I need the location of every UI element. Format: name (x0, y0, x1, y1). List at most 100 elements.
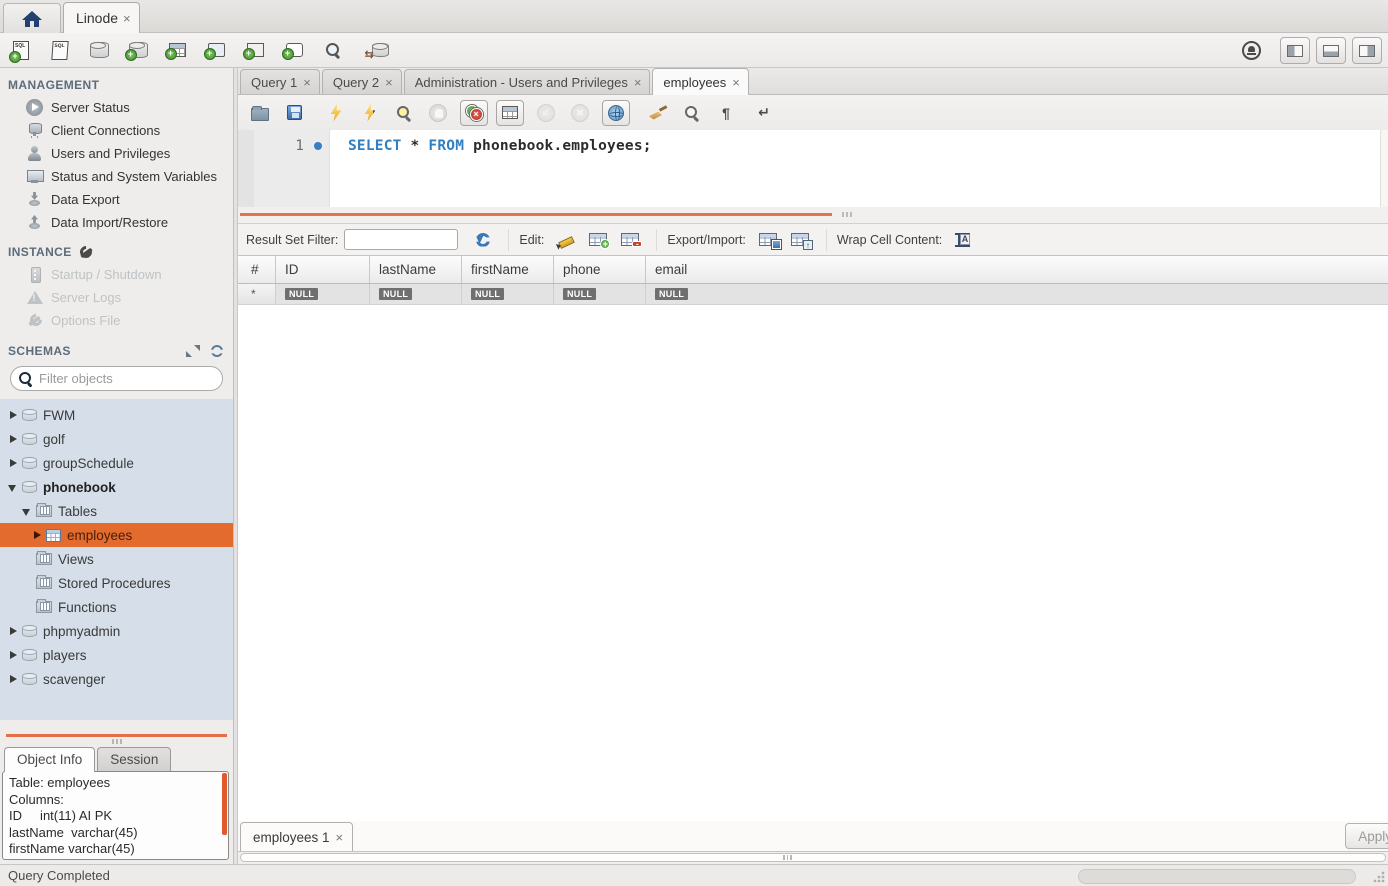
schema-item-fwm[interactable]: FWM (0, 403, 233, 427)
column-header-row-number[interactable]: # (238, 256, 276, 283)
column-header-id[interactable]: ID (276, 256, 370, 283)
horizontal-scrollbar[interactable] (238, 852, 1388, 864)
delete-row-button[interactable]: - (621, 233, 639, 246)
rollback-button[interactable] (568, 101, 592, 125)
new-sql-tab-button[interactable] (8, 37, 34, 63)
sidebar-item-server-logs[interactable]: Server Logs (0, 286, 233, 309)
execute-button[interactable] (324, 101, 348, 125)
sidebar-item-server-status[interactable]: Server Status (0, 96, 233, 119)
sidebar-item-client-connections[interactable]: Client Connections (0, 119, 233, 142)
editor-results-splitter[interactable] (238, 207, 1388, 223)
apply-button[interactable]: Apply (1345, 823, 1388, 849)
find-button[interactable] (680, 101, 704, 125)
sidebar-item-options-file[interactable]: Options File (0, 309, 233, 332)
close-icon[interactable]: × (123, 12, 131, 25)
tab-query-2[interactable]: Query 2× (322, 69, 402, 94)
result-filter-input[interactable] (344, 229, 458, 250)
close-icon[interactable]: × (303, 76, 311, 89)
close-icon[interactable]: × (336, 831, 344, 844)
home-tab[interactable] (3, 3, 61, 33)
toggle-secondary-sidebar-button[interactable] (1352, 37, 1382, 64)
expand-arrow-icon[interactable] (6, 648, 20, 662)
refresh-button[interactable] (475, 232, 491, 248)
new-function-button[interactable] (281, 37, 307, 63)
cell-phone[interactable]: NULL (554, 284, 646, 304)
sidebar-item-data-export[interactable]: Data Export (0, 188, 233, 211)
tab-session[interactable]: Session (97, 747, 171, 772)
schema-item-players[interactable]: players (0, 643, 233, 667)
edit-record-button[interactable] (557, 232, 575, 248)
result-grid-body[interactable] (238, 305, 1388, 821)
tree-item-functions[interactable]: Functions (0, 595, 233, 619)
schema-item-scavenger[interactable]: scavenger (0, 667, 233, 691)
object-info-scrollbar[interactable] (222, 773, 227, 835)
refresh-schemas-icon[interactable] (209, 344, 225, 358)
toggle-autocommit-button[interactable] (602, 100, 630, 126)
toggle-sidebar-button[interactable] (1280, 37, 1310, 64)
column-header-email[interactable]: email (646, 256, 1388, 283)
tree-item-views[interactable]: Views (0, 547, 233, 571)
expand-arrow-icon[interactable] (6, 408, 20, 422)
new-table-button[interactable] (164, 37, 190, 63)
sidebar-item-system-variables[interactable]: Status and System Variables (0, 165, 233, 188)
scrollbar-track[interactable] (240, 853, 1386, 862)
close-icon[interactable]: × (732, 76, 740, 89)
wrap-cell-content-button[interactable] (955, 233, 970, 247)
expand-arrow-icon[interactable] (6, 432, 20, 446)
beautify-button[interactable] (646, 101, 670, 125)
limit-rows-button[interactable] (496, 100, 524, 126)
toggle-wrap-button[interactable] (752, 101, 776, 125)
cell-email[interactable]: NULL (646, 284, 1388, 304)
sidebar-item-data-import[interactable]: Data Import/Restore (0, 211, 233, 234)
database-sync-button[interactable]: ⇆ (367, 37, 393, 63)
export-recordset-button[interactable] (759, 233, 777, 246)
editor-scrollbar[interactable] (1380, 130, 1388, 207)
collapse-arrow-icon[interactable] (6, 480, 20, 494)
sidebar-item-users-privileges[interactable]: Users and Privileges (0, 142, 233, 165)
expand-arrow-icon[interactable] (6, 672, 20, 686)
column-header-lastname[interactable]: lastName (370, 256, 462, 283)
toggle-output-area-button[interactable] (1316, 37, 1346, 64)
statusbar-scrollbar-thumb[interactable] (1078, 869, 1356, 884)
tab-query-1[interactable]: Query 1× (240, 69, 320, 94)
show-invisibles-button[interactable] (714, 101, 738, 125)
close-icon[interactable]: × (634, 76, 642, 89)
schema-item-groupschedule[interactable]: groupSchedule (0, 451, 233, 475)
tab-administration[interactable]: Administration - Users and Privileges× (404, 69, 651, 94)
execute-current-button[interactable] (358, 101, 382, 125)
tab-object-info[interactable]: Object Info (4, 747, 95, 772)
insert-row-button[interactable]: + (589, 233, 607, 246)
cell-lastname[interactable]: NULL (370, 284, 462, 304)
schema-item-phonebook[interactable]: phonebook (0, 475, 233, 499)
sidebar-item-startup-shutdown[interactable]: Startup / Shutdown (0, 263, 233, 286)
stop-button[interactable] (426, 101, 450, 125)
expand-panel-icon[interactable] (185, 344, 201, 358)
tree-item-tables[interactable]: Tables (0, 499, 233, 523)
schema-filter-input[interactable] (39, 371, 215, 386)
tab-employees-1[interactable]: employees 1× (240, 822, 353, 851)
toggle-stop-on-error-button[interactable] (460, 100, 488, 126)
expand-arrow-icon[interactable] (6, 456, 20, 470)
import-records-button[interactable]: ↑ (791, 233, 809, 246)
save-script-button[interactable] (282, 101, 306, 125)
column-header-firstname[interactable]: firstName (462, 256, 554, 283)
open-sql-script-button[interactable] (47, 37, 73, 63)
expand-arrow-icon[interactable] (6, 624, 20, 638)
new-connection-button[interactable] (125, 37, 151, 63)
commit-button[interactable] (534, 101, 558, 125)
new-routine-button[interactable] (242, 37, 268, 63)
tree-item-employees[interactable]: employees (0, 523, 233, 547)
schema-item-phpmyadmin[interactable]: phpmyadmin (0, 619, 233, 643)
cell-firstname[interactable]: NULL (462, 284, 554, 304)
connection-tab[interactable]: Linode × (63, 2, 140, 33)
tab-employees[interactable]: employees× (652, 68, 748, 95)
connection-info-button[interactable] (86, 37, 112, 63)
expand-arrow-icon[interactable] (30, 528, 44, 542)
notifications-button[interactable] (1238, 38, 1264, 64)
schema-item-golf[interactable]: golf (0, 427, 233, 451)
table-data-search-button[interactable] (320, 37, 346, 63)
new-view-button[interactable] (203, 37, 229, 63)
sidebar-splitter-handle[interactable] (0, 737, 233, 745)
sql-code-editor[interactable]: 1 SELECT * FROM phonebook.employees; (238, 130, 1388, 207)
close-icon[interactable]: × (385, 76, 393, 89)
